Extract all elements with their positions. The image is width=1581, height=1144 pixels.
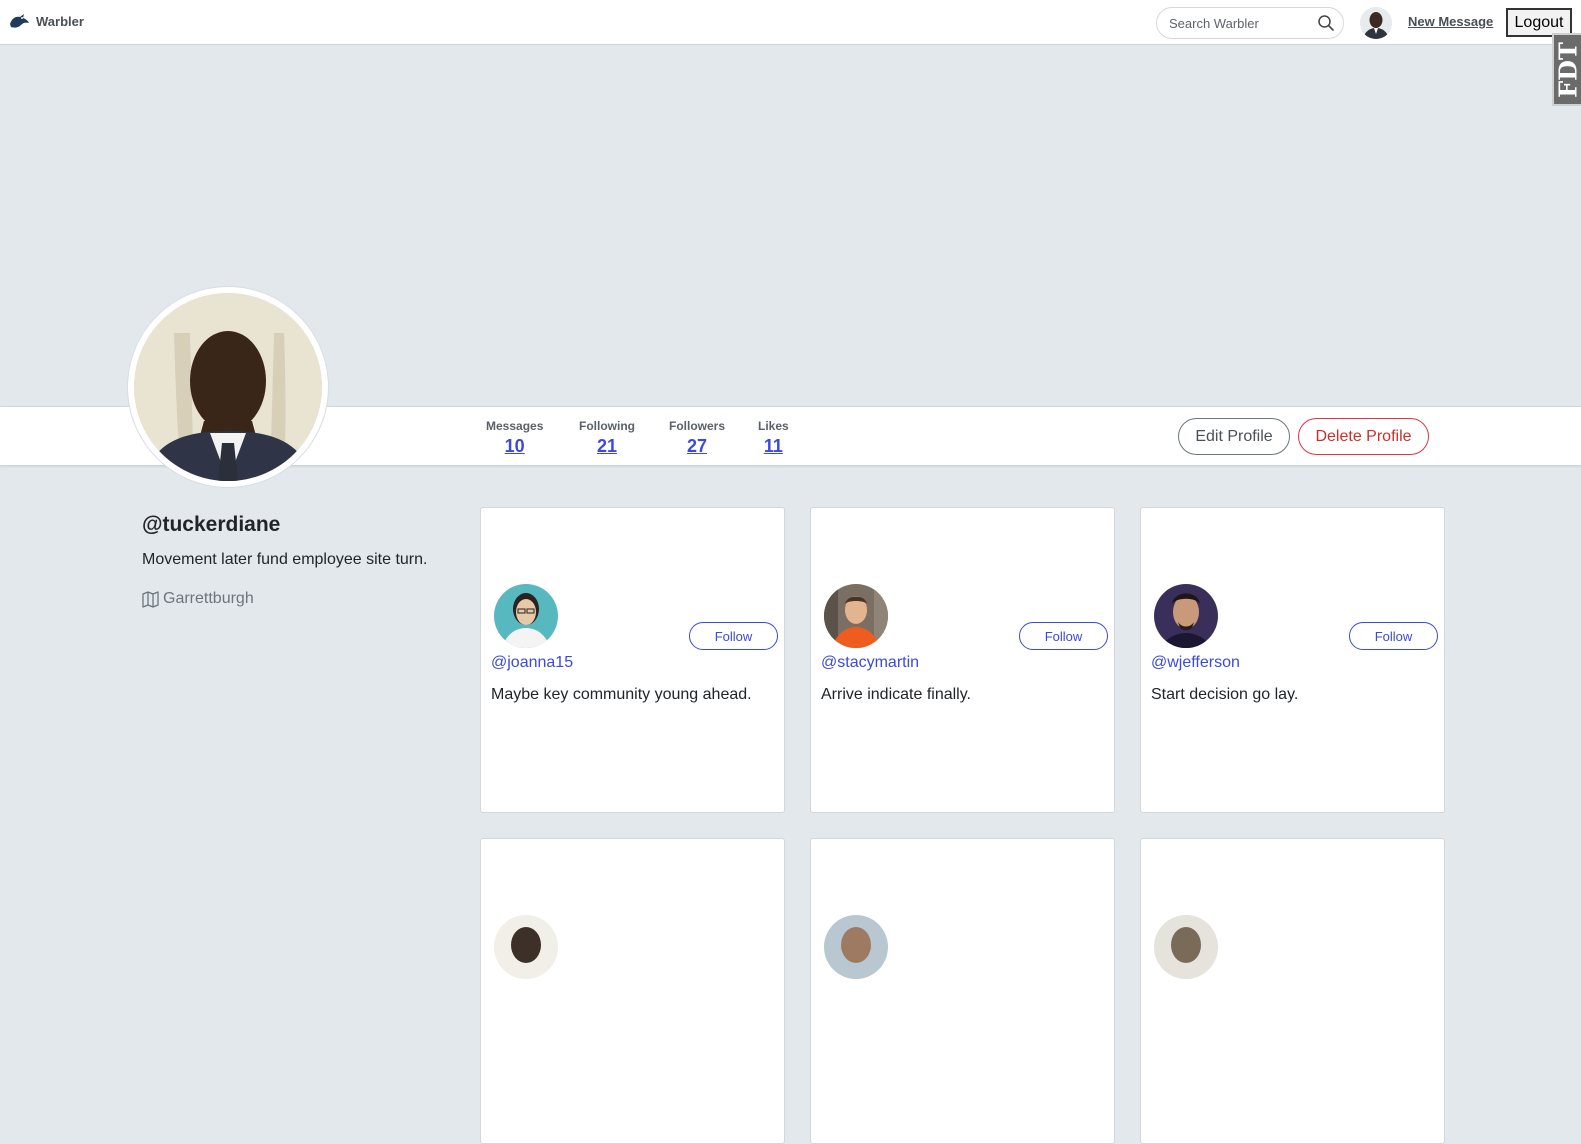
profile-bio: Movement later fund employee site turn. (142, 551, 428, 568)
user-card-bio: Start decision go lay. (1151, 686, 1299, 703)
user-card-avatar[interactable] (1154, 915, 1218, 979)
edit-profile-button[interactable]: Edit Profile (1178, 418, 1290, 455)
user-card: Follow @wjefferson Start decision go lay… (1140, 507, 1445, 813)
user-card (480, 838, 785, 1144)
stat-label: Following (579, 419, 635, 433)
user-card: Follow @joanna15 Maybe key community you… (480, 507, 785, 813)
user-card-avatar[interactable] (1154, 584, 1218, 648)
brand-link[interactable]: Warbler (8, 10, 84, 32)
nav-user-avatar[interactable] (1360, 7, 1392, 39)
user-card-handle[interactable]: @wjefferson (1151, 654, 1240, 672)
map-icon (142, 590, 159, 608)
search-input[interactable] (1169, 14, 1309, 32)
stat-likes: Likes 11 (758, 419, 789, 457)
user-card-avatar[interactable] (494, 584, 558, 648)
stat-label: Followers (669, 419, 726, 433)
search-icon[interactable] (1317, 14, 1335, 32)
user-card-handle[interactable]: @stacymartin (821, 654, 919, 672)
profile-location: Garrettburgh (142, 590, 254, 608)
profile-avatar-image (134, 293, 322, 481)
stat-following: Following 21 (579, 419, 635, 457)
new-message-link[interactable]: New Message (1408, 14, 1493, 29)
profile-location-text: Garrettburgh (163, 590, 254, 607)
stat-messages: Messages 10 (486, 419, 543, 457)
user-card-handle[interactable]: @joanna15 (491, 654, 573, 672)
follow-button[interactable]: Follow (1019, 622, 1108, 650)
navbar: Warbler New Message Logout (0, 0, 1581, 45)
follow-button[interactable]: Follow (689, 622, 778, 650)
user-card-avatar[interactable] (824, 584, 888, 648)
user-avatar-image (494, 915, 558, 979)
user-avatar-image (1154, 915, 1218, 979)
stat-following-count[interactable]: 21 (579, 436, 635, 457)
follow-button[interactable]: Follow (1349, 622, 1438, 650)
user-card-avatar[interactable] (494, 915, 558, 979)
profile-username: @tuckerdiane (142, 513, 281, 536)
delete-profile-button[interactable]: Delete Profile (1298, 418, 1429, 455)
user-avatar-image (1154, 584, 1218, 648)
stat-messages-count[interactable]: 10 (486, 436, 543, 457)
stat-label: Messages (486, 419, 544, 433)
stat-label: Likes (758, 419, 789, 433)
warbler-logo-icon (10, 14, 29, 28)
profile-avatar (128, 287, 328, 487)
debug-toolbar-handle[interactable]: FDT (1552, 33, 1581, 106)
user-avatar-image (1360, 7, 1392, 39)
user-card (810, 838, 1115, 1144)
user-avatar-image (824, 915, 888, 979)
user-card-bio: Arrive indicate finally. (821, 686, 971, 703)
user-avatar-image (824, 584, 888, 648)
stat-followers: Followers 27 (669, 419, 725, 457)
brand-name: Warbler (36, 13, 84, 29)
user-card (1140, 838, 1445, 1144)
debug-toolbar-label: FDT (1553, 41, 1581, 98)
user-card-bio: Maybe key community young ahead. (491, 686, 752, 703)
user-avatar-image (494, 584, 558, 648)
search-box (1156, 7, 1344, 39)
stat-likes-count[interactable]: 11 (758, 436, 789, 457)
user-card: Follow @stacymartin Arrive indicate fina… (810, 507, 1115, 813)
user-card-avatar[interactable] (824, 915, 888, 979)
stat-followers-count[interactable]: 27 (669, 436, 725, 457)
